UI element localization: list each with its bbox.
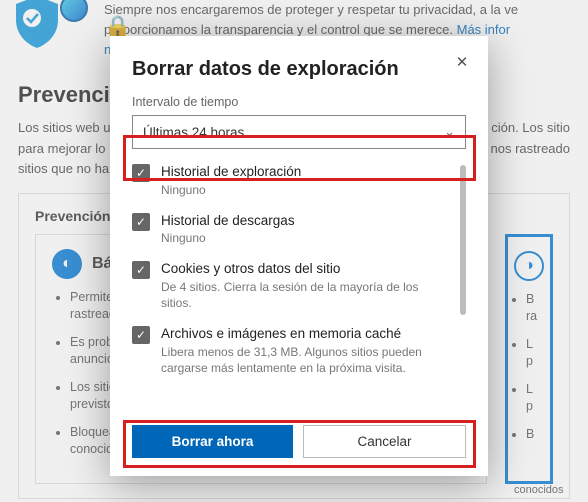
list-item[interactable]: ✓ Cookies y otros datos del sitio De 4 s… [132,260,452,311]
checkbox-download-history[interactable]: ✓ [132,213,150,231]
item-subtitle: Ninguno [161,230,295,246]
select-value: Últimas 24 horas [143,125,244,140]
close-button[interactable]: ✕ [450,50,474,74]
list-item[interactable]: ✓ Historial de exploración Ninguno [132,163,452,198]
item-subtitle: Libera menos de 31,3 MB. Algunos sitios … [161,344,452,376]
item-title: Archivos e imágenes en memoria caché [161,325,452,343]
item-title: Historial de descargas [161,212,295,230]
checkbox-cookies[interactable]: ✓ [132,261,150,279]
item-title: Cookies y otros datos del sitio [161,260,452,278]
cancel-button[interactable]: Cancelar [303,425,466,458]
item-subtitle: Ninguno [161,182,301,198]
checkbox-cached-images[interactable]: ✓ [132,326,150,344]
list-item[interactable]: ✓ Archivos e imágenes en memoria caché L… [132,325,452,376]
dialog-title: Borrar datos de exploración [132,58,466,81]
clear-browsing-data-dialog: ✕ Borrar datos de exploración Intervalo … [110,36,488,476]
clear-now-button[interactable]: Borrar ahora [132,425,293,458]
time-range-label: Intervalo de tiempo [132,95,466,109]
item-title: Historial de exploración [161,163,301,181]
time-range-select[interactable]: Últimas 24 horas ⌄ [132,115,466,149]
item-subtitle: De 4 sitios. Cierra la sesión de la mayo… [161,279,452,311]
checkbox-browsing-history[interactable]: ✓ [132,164,150,182]
scrollbar[interactable] [460,165,466,315]
list-item[interactable]: ✓ Historial de descargas Ninguno [132,212,452,247]
data-types-list: ✓ Historial de exploración Ninguno ✓ His… [132,163,466,381]
chevron-down-icon: ⌄ [444,124,455,140]
